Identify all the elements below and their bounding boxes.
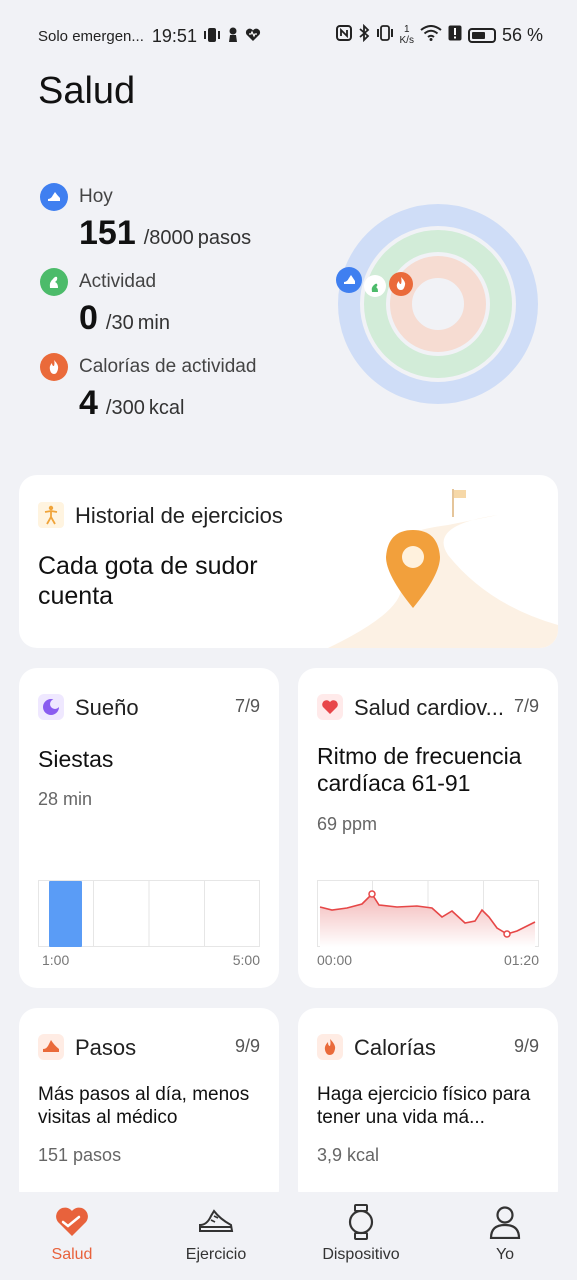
nav-ejercicio[interactable]: Ejercicio [156, 1204, 276, 1264]
flame-icon [40, 353, 68, 381]
vibrate-mode-icon [376, 25, 394, 45]
sleep-axis-end: 5:00 [232, 952, 260, 968]
bottom-navigation: Salud Ejercicio Dispositivo Yo [0, 1192, 577, 1280]
calories-card-message: Haga ejercicio físico para tener una vid… [317, 1084, 531, 1128]
steps-card-date: 9/9 [234, 1036, 260, 1056]
calories-unit: kcal [148, 397, 185, 419]
carrier-label: Solo emergen... [38, 28, 144, 45]
heart-title: Salud cardiov... [354, 695, 505, 720]
exercise-history-card[interactable]: Historial de ejercicios Cada gota de sud… [19, 475, 558, 648]
sleep-title: Sueño [75, 695, 139, 720]
bluetooth-icon [358, 23, 370, 46]
runner-icon [38, 502, 64, 528]
nav-ejercicio-label: Ejercicio [185, 1246, 247, 1263]
activity-value: 0 [79, 299, 98, 337]
calories-metric[interactable]: Calorías de actividad 4 /300 kcal [40, 350, 320, 435]
steps-card-title: Pasos [75, 1035, 137, 1060]
chess-pawn-icon [227, 27, 239, 47]
network-speed: 1 K/s [399, 24, 414, 46]
heart-icon [317, 694, 343, 720]
steps-card-message: Más pasos al día, menos visitas al médic… [38, 1084, 250, 1128]
activity-unit: min [137, 312, 170, 334]
history-title: Historial de ejercicios [75, 503, 283, 528]
calories-card[interactable]: Calorías 9/9 Haga ejercicio físico para … [298, 1008, 558, 1208]
nfc-icon [335, 25, 352, 45]
sleep-card[interactable]: Sueño 7/9 Siestas 28 min 1:00 5:00 [19, 668, 279, 988]
battery-icon [467, 27, 496, 43]
activity-rings[interactable] [336, 202, 540, 406]
sleep-duration: 28 min [38, 789, 93, 809]
activity-icon [40, 268, 68, 296]
history-subtitle: Cada gota de sudor cuenta [38, 552, 258, 610]
steps-label: Hoy [79, 186, 113, 207]
min-rate-point [503, 930, 511, 938]
activity-label: Actividad [79, 271, 157, 292]
shoe-icon [38, 1034, 64, 1060]
steps-card[interactable]: Pasos 9/9 Más pasos al día, menos visita… [19, 1008, 279, 1208]
heart-main: Ritmo de frecuencia cardíaca 61-91 [317, 743, 522, 796]
steps-goal: /8000 [143, 227, 194, 249]
steps-icon [40, 183, 68, 211]
heart-date: 7/9 [513, 696, 539, 716]
calories-label: Calorías de actividad [79, 356, 257, 377]
page-title: Salud [38, 70, 136, 112]
vibrate-icon [203, 27, 221, 47]
max-rate-point [368, 890, 376, 898]
nav-yo-label: Yo [495, 1246, 515, 1263]
activity-summary[interactable]: Hoy 151 /8000 pasos Actividad 0 /30 min … [40, 180, 320, 435]
person-icon [445, 1204, 565, 1240]
nav-dispositivo[interactable]: Dispositivo [301, 1204, 421, 1264]
steps-unit: pasos [197, 227, 252, 249]
shoe-icon [156, 1204, 276, 1240]
clock: 19:51 [151, 26, 197, 46]
calories-value: 4 [79, 384, 98, 422]
sleep-main: Siestas [38, 746, 114, 772]
nav-salud-label: Salud [51, 1246, 93, 1263]
calories-goal: /300 [105, 397, 145, 419]
calories-card-title: Calorías [354, 1035, 436, 1060]
calories-card-value: 3,9 kcal [317, 1145, 380, 1165]
heart-icon [12, 1204, 132, 1240]
heart-axis-start: 00:00 [317, 952, 353, 968]
watch-icon [301, 1204, 421, 1240]
nav-yo[interactable]: Yo [445, 1204, 565, 1264]
sleep-axis-start: 1:00 [42, 952, 70, 968]
flame-icon [317, 1034, 343, 1060]
health-heart-icon [245, 28, 261, 46]
calories-ring-track [390, 256, 486, 352]
status-bar: Solo emergen... 19:51 1 K/s 56 % [0, 0, 577, 72]
steps-card-value: 151 pasos [38, 1145, 122, 1165]
battery-percentage: 56 % [501, 24, 543, 45]
nav-salud[interactable]: Salud [12, 1204, 132, 1264]
wifi-icon [420, 25, 442, 45]
steps-value: 151 [79, 214, 136, 252]
sleep-date: 7/9 [234, 696, 260, 716]
heart-rate-chart [317, 880, 539, 947]
heart-axis-end: 01:20 [503, 952, 539, 968]
sleep-chart [38, 880, 260, 947]
activity-metric[interactable]: Actividad 0 /30 min [40, 265, 320, 350]
activity-goal: /30 [105, 312, 134, 334]
nav-dispositivo-label: Dispositivo [322, 1246, 400, 1263]
moon-icon [38, 694, 64, 720]
heart-health-card[interactable]: Salud cardiov... 7/9 Ritmo de frecuencia… [298, 668, 558, 988]
nap-bar [49, 881, 82, 947]
steps-metric[interactable]: Hoy 151 /8000 pasos [40, 180, 320, 265]
calories-card-date: 9/9 [513, 1036, 539, 1056]
alert-icon [448, 25, 462, 45]
heart-rate-value: 69 ppm [317, 814, 378, 834]
